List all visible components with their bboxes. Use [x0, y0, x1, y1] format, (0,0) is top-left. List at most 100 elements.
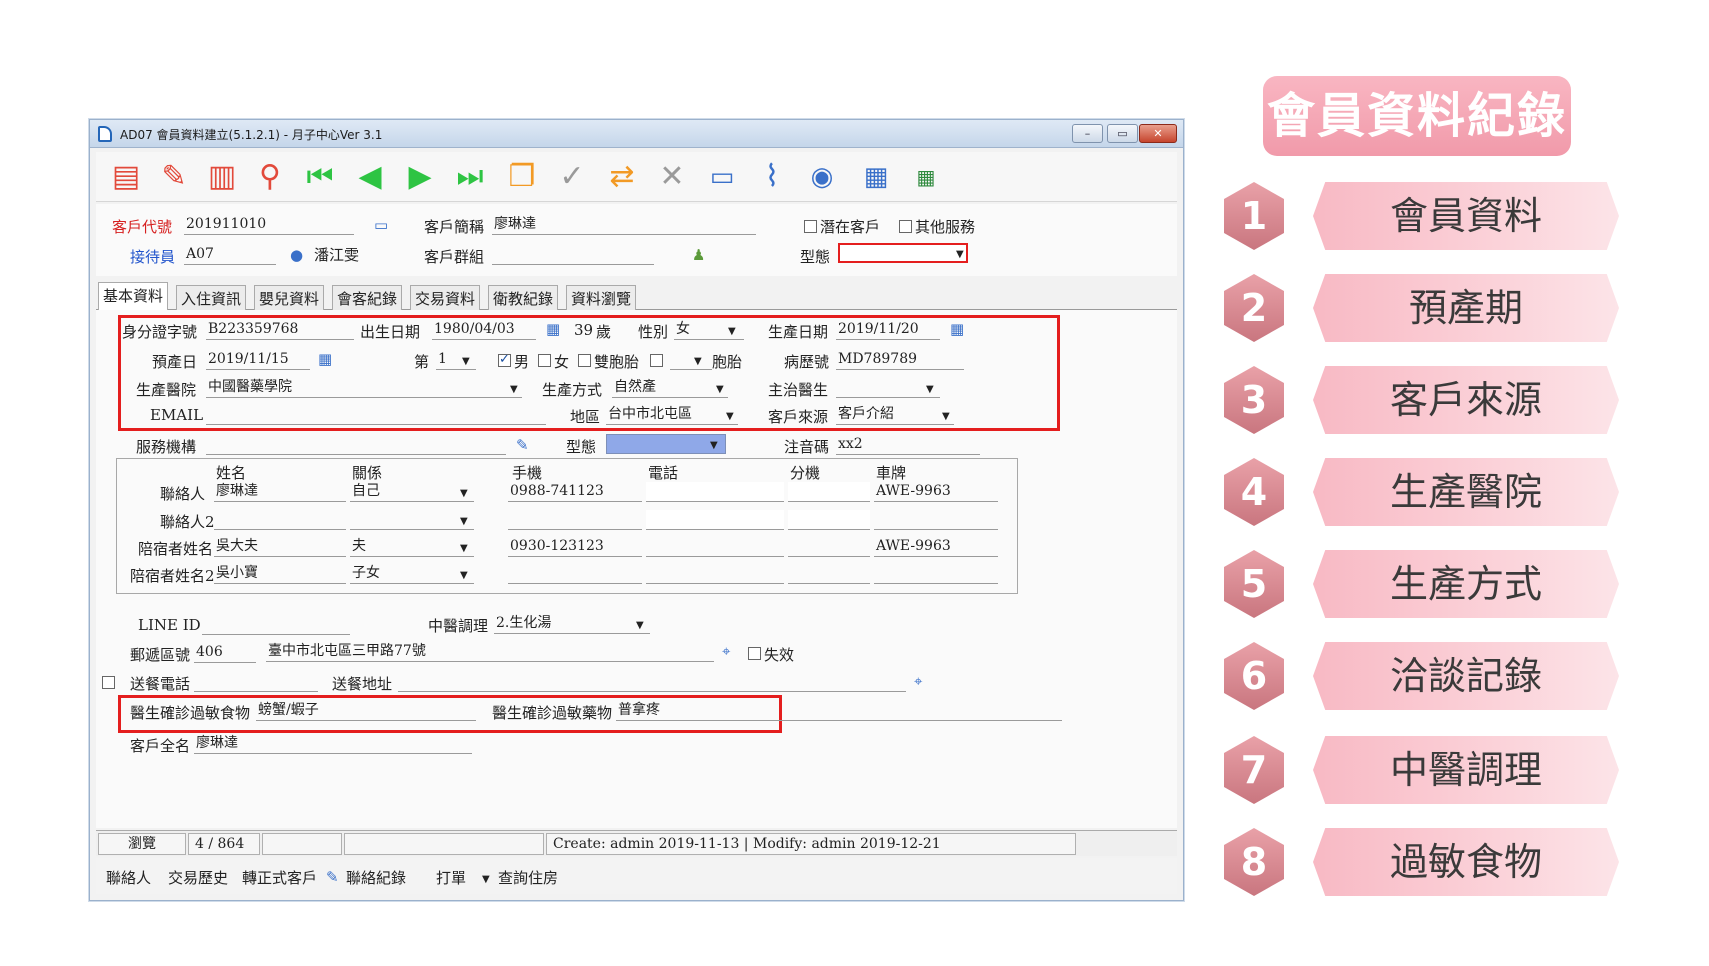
link-contacts[interactable]: 聯絡人 [106, 867, 151, 888]
contact-phone-input[interactable] [646, 537, 784, 557]
link-print[interactable]: 打單 [436, 867, 466, 888]
birth-input[interactable]: 1980/04/03 [432, 320, 536, 340]
id-input[interactable]: B223359768 [206, 320, 354, 340]
tab-education[interactable]: 衛教紀錄 [488, 285, 559, 310]
contact-log-icon[interactable]: ✎ [326, 870, 339, 885]
meal-phone-input[interactable] [194, 672, 318, 692]
contact-phone-input[interactable] [646, 482, 784, 502]
grid-icon[interactable]: ▦ [906, 158, 946, 196]
source-select[interactable]: 客戶介紹 [836, 405, 954, 425]
contact-name-input[interactable]: 吳小寶 [214, 564, 346, 584]
link-convert-customer[interactable]: 轉正式客戶 [242, 867, 317, 888]
maximize-button[interactable]: ▭ [1107, 124, 1138, 143]
food-allergy-input[interactable]: 螃蟹/蝦子 [256, 701, 476, 721]
refresh-icon[interactable]: ⇄ [602, 158, 642, 196]
fetus-checkbox[interactable] [650, 354, 663, 367]
phonetic-input[interactable]: xx2 [836, 435, 980, 455]
type-select[interactable] [838, 243, 968, 263]
other-service-checkbox[interactable] [899, 220, 912, 233]
customer-code-input[interactable]: 201911010 [184, 215, 354, 235]
twins-checkbox[interactable] [578, 354, 591, 367]
group-people-icon[interactable]: ♟ [692, 248, 705, 263]
tab-checkin[interactable]: 入住資訊 [176, 285, 247, 310]
contact-relation-dropdown-icon[interactable]: ▼ [460, 488, 468, 499]
contact-name-input[interactable] [214, 510, 346, 530]
id-card-icon[interactable]: ▭ [374, 218, 388, 233]
type2-select[interactable] [606, 434, 726, 454]
search-magnifier-icon[interactable]: ⚲ [250, 158, 290, 196]
contact-relation-dropdown-icon[interactable]: ▼ [460, 516, 468, 527]
contact-relation-select[interactable]: 子女 [350, 564, 474, 584]
copy-icon[interactable]: ❐ [502, 158, 542, 196]
tab-basic[interactable]: 基本資料 [98, 282, 169, 311]
print-dropdown-icon[interactable]: ▼ [482, 874, 490, 885]
potential-customer-checkbox[interactable] [804, 220, 817, 233]
contact-plate-input[interactable]: AWE-9963 [874, 537, 998, 557]
contact-ext-input[interactable] [788, 482, 870, 502]
male-checkbox[interactable] [498, 352, 511, 367]
contact-plate-input[interactable] [874, 564, 998, 584]
due-calendar-icon[interactable]: ▦ [318, 352, 332, 367]
cancel-x-icon[interactable]: ✕ [652, 158, 692, 196]
contact-phone-input[interactable] [646, 564, 784, 584]
contact-mobile-input[interactable] [508, 564, 642, 584]
user-icon[interactable]: ● [290, 248, 303, 263]
delivery-date-input[interactable]: 2019/11/20 [836, 320, 940, 340]
zip-input[interactable]: 406 [194, 643, 256, 663]
tab-visits[interactable]: 會客紀錄 [332, 285, 403, 310]
nth-dropdown-icon[interactable]: ▼ [462, 356, 470, 367]
region-select[interactable]: 台中市北屯區 [606, 405, 738, 425]
region-dropdown-icon[interactable]: ▼ [726, 411, 734, 422]
due-date-input[interactable]: 2019/11/15 [206, 350, 310, 370]
fetus-dropdown-icon[interactable]: ▼ [694, 356, 702, 367]
meal-phone-checkbox[interactable] [102, 676, 115, 689]
contact-relation-select[interactable] [350, 510, 474, 530]
method-select[interactable]: 自然產 [612, 378, 728, 398]
meal-address-input[interactable] [398, 672, 906, 692]
confirm-check-icon[interactable]: ✓ [552, 158, 592, 196]
drug-allergy-input[interactable]: 普拿疼 [616, 701, 1062, 721]
contact-plate-input[interactable] [874, 510, 998, 530]
book-icon[interactable]: ▭ [702, 158, 742, 196]
nth-select[interactable]: 1 [436, 350, 476, 370]
contact-mobile-input[interactable] [508, 510, 642, 530]
title-bar[interactable]: AD07 會員資料建立(5.1.2.1) - 月子中心Ver 3.1 – ▭ ✕ [90, 120, 1183, 148]
minimize-button[interactable]: – [1072, 124, 1103, 143]
address-map-pin-icon[interactable]: ⌖ [722, 644, 730, 659]
tcm-select[interactable]: 2.生化湯 [494, 614, 650, 634]
export-xls-icon[interactable]: ▦ [856, 158, 896, 196]
close-button[interactable]: ✕ [1139, 124, 1177, 143]
doctor-dropdown-icon[interactable]: ▼ [926, 384, 934, 395]
contact-phone-input[interactable] [646, 510, 784, 530]
attach-icon[interactable]: ⌇ [752, 158, 792, 196]
customer-short-input[interactable]: 廖琳達 [492, 215, 756, 235]
email-input[interactable] [206, 405, 546, 425]
contact-name-input[interactable]: 吳大夫 [214, 537, 346, 557]
view-eye-icon[interactable]: ◉ [802, 158, 842, 196]
delete-trash-icon[interactable]: ▥ [202, 158, 242, 196]
record-no-input[interactable]: MD789789 [836, 350, 964, 370]
first-record-icon[interactable]: ⏮ [300, 158, 340, 196]
delivery-calendar-icon[interactable]: ▦ [950, 322, 964, 337]
tcm-dropdown-icon[interactable]: ▼ [636, 620, 644, 631]
previous-record-icon[interactable]: ◀ [350, 158, 390, 196]
source-dropdown-icon[interactable]: ▼ [942, 411, 950, 422]
address-input[interactable]: 臺中市北屯區三甲路77號 [266, 642, 714, 662]
contact-relation-select[interactable]: 夫 [350, 537, 474, 557]
customer-group-input[interactable] [492, 245, 654, 265]
meal-map-pin-icon[interactable]: ⌖ [914, 674, 922, 689]
type-dropdown-icon[interactable]: ▼ [956, 249, 964, 260]
link-transaction-history[interactable]: 交易歷史 [168, 867, 228, 888]
contact-plate-input[interactable]: AWE-9963 [874, 482, 998, 502]
contact-mobile-input[interactable]: 0988-741123 [508, 482, 642, 502]
fetus-count-select[interactable] [670, 350, 712, 370]
full-name-input[interactable]: 廖琳達 [194, 734, 472, 754]
line-id-input[interactable] [202, 615, 350, 635]
tab-baby[interactable]: 嬰兒資料 [254, 285, 325, 310]
service-pick-icon[interactable]: ✎ [516, 438, 529, 453]
contact-relation-dropdown-icon[interactable]: ▼ [460, 570, 468, 581]
type2-dropdown-icon[interactable]: ▼ [710, 440, 718, 451]
new-document-icon[interactable]: ▤ [106, 158, 146, 196]
link-room-query[interactable]: 查詢住房 [498, 867, 558, 888]
link-contact-log[interactable]: 聯絡紀錄 [346, 867, 406, 888]
